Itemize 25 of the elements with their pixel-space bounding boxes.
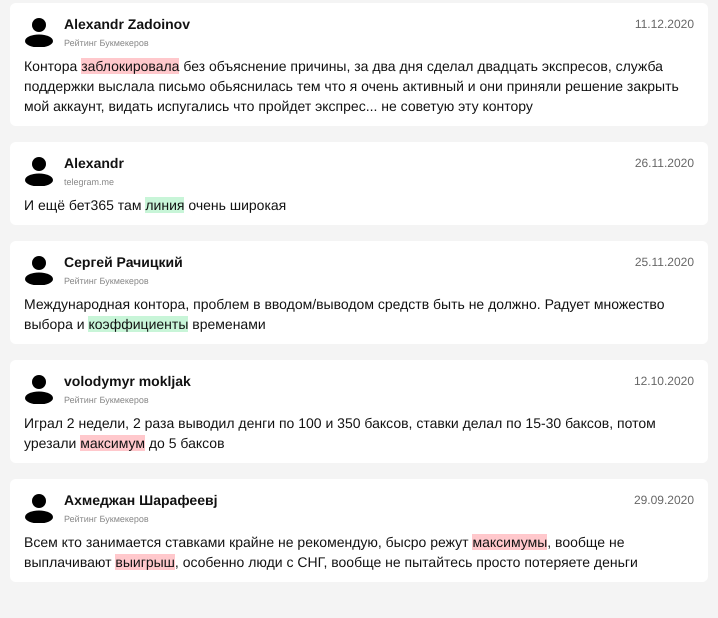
author-name: Ахмеджан Шарафеевј: [64, 491, 218, 509]
review-source: telegram.me: [64, 176, 114, 188]
review-text: И ещё бет365 там линия очень широкая: [24, 196, 288, 215]
user-icon: [25, 493, 53, 523]
review-source: Рейтинг Букмекеров: [64, 513, 149, 525]
review-date: 26.11.2020: [634, 155, 694, 171]
author-name: Сергей Рачицкий: [64, 253, 183, 271]
review-date: 12.10.2020: [634, 373, 694, 389]
review-source: Рейтинг Букмекеров: [64, 275, 149, 287]
review-date: 29.09.2020: [634, 492, 694, 508]
user-icon: [25, 374, 53, 404]
review-source: Рейтинг Букмекеров: [64, 37, 149, 49]
author-name: Alexandr Zadoinov: [64, 15, 190, 33]
author-name: Alexandr: [64, 154, 124, 172]
review-text: Играл 2 недели, 2 раза выводил денги по 100 и 350 баксов, ставки делал по 15-30 баксов, потом урезали максимум до 5 баксов: [24, 414, 657, 453]
review-date: 11.12.2020: [634, 16, 694, 32]
user-icon: [25, 255, 53, 285]
user-icon: [25, 17, 53, 47]
review-text: Контора заблокировала без объяснение причины, за два дня сделал двадцать экспресов, служба поддержки выслала письмо обьяснилась тем что я очень активный и они приняли решение закрыть мой аккаунт, видать испугались что пройдет экспрес... не советую эту контору: [24, 57, 680, 116]
review-text: Всем кто занимается ставками крайне не рекомендую, бысро режут максимумы, вообще не выплачивают выигрыш, особенно люди с СНГ, вообще не пытайтесь просто потеряете деньги: [24, 533, 639, 572]
user-icon: [25, 156, 53, 186]
review-date: 25.11.2020: [634, 254, 694, 270]
review-source: Рейтинг Букмекеров: [64, 394, 149, 406]
review-text: Международная контора, проблем в вводом/выводом средств быть не должно. Радует множество выбора и коэффициенты временами: [24, 295, 666, 334]
author-name: volodymyr mokljak: [64, 372, 191, 390]
